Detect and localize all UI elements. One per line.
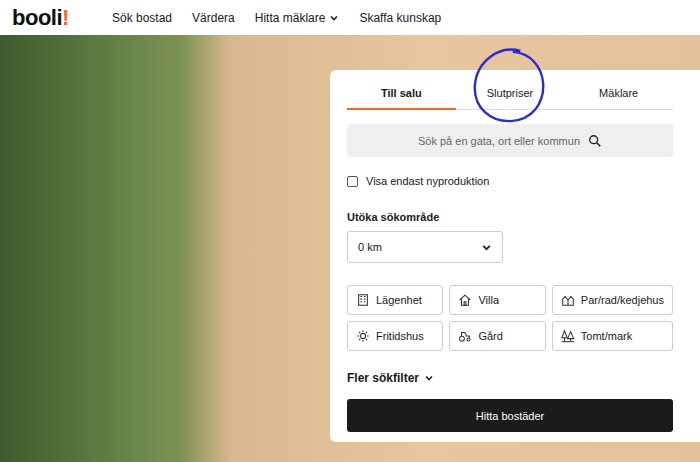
property-type-button[interactable]: Fritidshus [347,321,443,351]
submit-button[interactable]: Hitta bostäder [347,399,673,432]
house-icon [458,293,472,307]
search-field[interactable]: Sök på en gata, ort eller kommun [347,124,673,157]
logo[interactable]: booli! [12,5,112,31]
more-filters[interactable]: Fler sökfilter [347,371,673,385]
rowhouse-icon [561,293,575,307]
farm-icon [458,329,472,343]
property-type-button[interactable]: Par/rad/kedjehus [552,285,673,315]
chevron-down-icon [424,373,434,383]
checkbox[interactable] [347,176,358,187]
page: booli!Sök bostad Värdera Hitta mäklare Skaf… [0,0,700,462]
annotation-circle-icon [471,47,547,125]
tab[interactable]: Mäklare [564,78,673,110]
nav-item[interactable]: Värdera [192,11,235,25]
property-type-button[interactable]: Gård [449,321,545,351]
nav-item[interactable]: Hitta mäklare [255,11,340,25]
new-production-checkbox[interactable]: Visa endast nyproduktion [347,175,673,187]
cottage-icon [356,329,370,343]
hero-photo: Till saluSlutpriserMäklare Sök på en gata… [0,35,700,462]
property-types: LägenhetVillaPar/rad/kedjehus FritidshusG… [347,285,673,351]
tab[interactable]: Slutpriser [456,78,565,110]
tabs: Till saluSlutpriserMäklare [347,78,673,110]
radius-select[interactable]: 0 km [347,231,503,263]
search-card: Till saluSlutpriserMäklare Sök på en gata… [330,70,700,442]
nav-item[interactable]: Skaffa kunskap [359,11,441,25]
search-icon [588,134,602,148]
tab[interactable]: Till salu [347,78,456,110]
nav-item[interactable]: Sök bostad [112,11,172,25]
main-nav: Sök bostad Värdera Hitta mäklare Skaffa kun… [112,11,441,25]
property-type-button[interactable]: Lägenhet [347,285,443,315]
chevron-down-icon [481,242,492,253]
land-icon [561,329,575,343]
apartment-icon [356,293,370,307]
radius-label: Utöka sökområde [347,211,673,223]
property-type-button[interactable]: Villa [449,285,545,315]
property-type-button[interactable]: Tomt/mark [552,321,673,351]
chevron-down-icon [329,13,339,23]
header: booli!Sök bostad Värdera Hitta mäklare Skaf… [0,0,700,35]
